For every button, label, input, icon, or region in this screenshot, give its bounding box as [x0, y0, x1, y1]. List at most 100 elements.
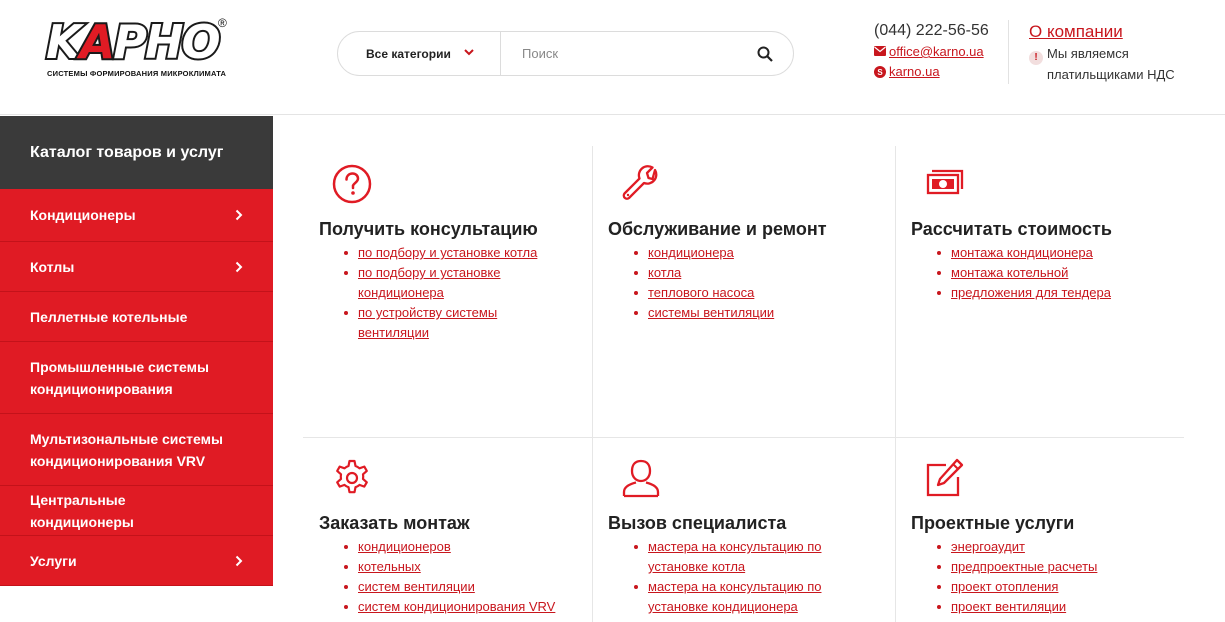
service-link-item: теплового насоса: [634, 283, 858, 303]
service-link-list: монтажа кондиционера монтажа котельной пре…: [937, 243, 1161, 303]
services-grid: Получить консультацию по подбору и устано…: [273, 116, 1225, 622]
phone-number[interactable]: (044) 222-56-56: [874, 21, 1004, 41]
email-link[interactable]: office@karno.ua: [889, 43, 984, 61]
service-link[interactable]: котла: [648, 265, 681, 280]
sidebar-item-label: Мультизональные системы кондиционировани…: [30, 430, 223, 469]
sidebar-item[interactable]: Котлы: [0, 242, 273, 292]
service-link[interactable]: по подбору и установке кондиционера: [358, 265, 500, 300]
service-link-list: энергоаудит предпроектные расчеты проект о…: [937, 537, 1161, 617]
service-title[interactable]: Обслуживание и ремонт: [608, 218, 827, 240]
sidebar-item-label: Услуги: [30, 552, 77, 569]
header-divider: [1008, 20, 1009, 84]
sidebar-item-label: Пеллетные котельные: [30, 308, 188, 325]
chevron-right-icon: [235, 209, 243, 221]
service-link-item: по устройству системы вентиляции: [344, 303, 558, 343]
logo[interactable]: KAPHO ® СИСТЕМЫ ФОРМИРОВАНИЯ МИКРОКЛИМАТ…: [44, 13, 234, 84]
search-input[interactable]: [502, 32, 747, 75]
service-title[interactable]: Проектные услуги: [911, 512, 1074, 534]
service-link-item: монтажа кондиционера: [937, 243, 1161, 263]
sidebar-item-label: Котлы: [30, 258, 75, 275]
service-link-item: кондиционеров: [344, 537, 578, 557]
service-link[interactable]: монтажа котельной: [951, 265, 1068, 280]
svg-text:S: S: [877, 68, 883, 77]
service-link-item: проект отопления: [937, 577, 1161, 597]
sidebar-item[interactable]: Услуги: [0, 536, 273, 586]
service-title[interactable]: Заказать монтаж: [319, 512, 470, 534]
grid-divider: [592, 146, 593, 622]
edit-icon: [922, 456, 966, 500]
service-link[interactable]: кондиционеров: [358, 539, 451, 554]
sidebar-item[interactable]: Пеллетные котельные: [0, 292, 273, 342]
money-icon: [922, 162, 966, 206]
skype-line: S karno.ua: [874, 63, 1004, 81]
service-title[interactable]: Рассчитать стоимость: [911, 218, 1112, 240]
service-link-item: котла: [634, 263, 858, 283]
service-link[interactable]: теплового насоса: [648, 285, 754, 300]
service-link-item: энергоаудит: [937, 537, 1161, 557]
service-link[interactable]: мастера на консультацию по установке кот…: [648, 539, 821, 574]
vat-line2: платильщиками НДС: [1047, 67, 1175, 82]
service-link-item: котельных: [344, 557, 578, 577]
grid-divider: [895, 146, 896, 622]
user-icon: [619, 456, 663, 500]
service-link[interactable]: по подбору и установке котла: [358, 245, 537, 260]
sidebar-item[interactable]: Промышленные системы кондиционирования: [0, 342, 273, 414]
service-link-item: предпроектные расчеты: [937, 557, 1161, 577]
service-link-list: кондиционера котла теплового насоса системы…: [634, 243, 858, 323]
sidebar-item-label: Кондиционеры: [30, 207, 136, 223]
service-link[interactable]: предложения для тендера: [951, 285, 1111, 300]
gear-icon: [330, 456, 374, 500]
service-link-item: систем вентиляции: [344, 577, 578, 597]
category-select-label: Все категории: [366, 46, 451, 61]
logo-tagline: СИСТЕМЫ ФОРМИРОВАНИЯ МИКРОКЛИМАТА: [47, 69, 227, 78]
contacts: (044) 222-56-56 office@karno.ua S karno.…: [874, 21, 1004, 81]
service-link[interactable]: мастера на консультацию по установке кон…: [648, 579, 821, 614]
category-select[interactable]: Все категории: [338, 32, 501, 75]
sidebar-item[interactable]: Кондиционеры: [0, 189, 273, 242]
service-link[interactable]: системы вентиляции: [648, 305, 774, 320]
search-button[interactable]: [750, 42, 780, 66]
service-link[interactable]: монтажа кондиционера: [951, 245, 1093, 260]
sidebar-item-label: Центральные кондиционеры: [30, 491, 134, 530]
service-link[interactable]: предпроектные расчеты: [951, 559, 1097, 574]
service-link[interactable]: по устройству системы вентиляции: [358, 305, 497, 340]
catalog-sidebar: Каталог товаров и услуг Кондиционеры Котл…: [0, 116, 273, 586]
service-link-item: монтажа котельной: [937, 263, 1161, 283]
service-link-item: по подбору и установке котла: [344, 243, 558, 263]
service-link-item: проект вентиляции: [937, 597, 1161, 617]
service-link-item: мастера на консультацию по установке кот…: [634, 537, 848, 577]
service-link[interactable]: кондиционера: [648, 245, 734, 260]
service-link-list: мастера на консультацию по установке кот…: [634, 537, 848, 617]
service-link[interactable]: систем кондиционирования VRV: [358, 599, 555, 614]
service-link[interactable]: проект отопления: [951, 579, 1058, 594]
sidebar-item[interactable]: Центральные кондиционеры: [0, 486, 273, 536]
service-link[interactable]: систем вентиляции: [358, 579, 475, 594]
header: KAPHO ® СИСТЕМЫ ФОРМИРОВАНИЯ МИКРОКЛИМАТ…: [0, 0, 1225, 115]
registered-mark: ®: [218, 16, 227, 30]
skype-link[interactable]: karno.ua: [889, 63, 940, 81]
vat-line1: Мы являемся: [1047, 46, 1129, 61]
email-line: office@karno.ua: [874, 43, 1004, 61]
service-link-item: системы вентиляции: [634, 303, 858, 323]
service-link-list: по подбору и установке котла по подбору и…: [344, 243, 558, 343]
wrench-icon: [619, 162, 663, 206]
search-bar: Все категории: [337, 31, 794, 76]
service-link-item: мастера на консультацию по установке кон…: [634, 577, 848, 617]
service-link-item: кондиционера: [634, 243, 858, 263]
service-link-item: предложения для тендера: [937, 283, 1161, 303]
skype-icon: S: [874, 66, 886, 78]
logo-wordmark: KAPHO: [44, 13, 223, 71]
sidebar-item[interactable]: Мультизональные системы кондиционировани…: [0, 414, 273, 486]
chevron-right-icon: [235, 261, 243, 272]
about-company-link[interactable]: О компании: [1029, 21, 1123, 43]
exclamation-icon: !: [1029, 51, 1043, 65]
service-link[interactable]: энергоаудит: [951, 539, 1025, 554]
service-link-item: по подбору и установке кондиционера: [344, 263, 558, 303]
service-title[interactable]: Вызов специалиста: [608, 512, 786, 534]
service-link[interactable]: котельных: [358, 559, 421, 574]
search-icon: [757, 46, 773, 62]
sidebar-item-label: Промышленные системы кондиционирования: [30, 358, 209, 397]
service-link[interactable]: проект вентиляции: [951, 599, 1066, 614]
service-title[interactable]: Получить консультацию: [319, 218, 538, 240]
vat-notice: ! Мы являемся платильщиками НДС: [1029, 44, 1209, 85]
